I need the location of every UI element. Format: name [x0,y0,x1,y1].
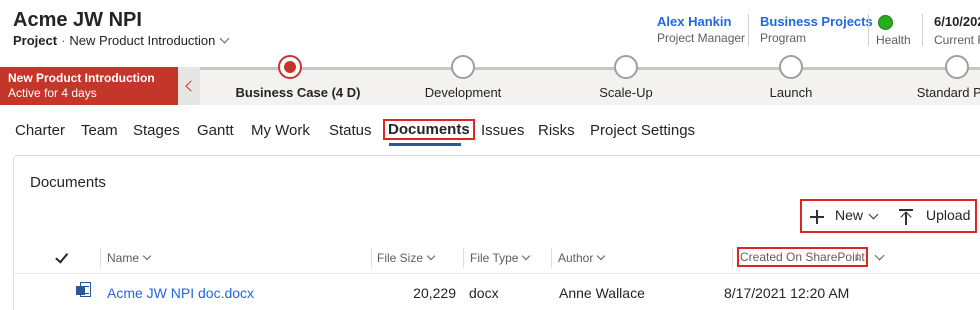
form-tabs: Charter Team Stages Gantt My Work Status… [0,118,980,146]
section-title: Documents [30,174,106,191]
form-name[interactable]: New Product Introduction [69,33,215,48]
stage-label-standard-process[interactable]: Standard Pro [917,85,980,100]
chevron-down-icon[interactable] [874,250,885,261]
column-divider [100,248,101,268]
column-header-created-on-sharepoint[interactable]: Created On SharePoint [737,247,868,267]
header-field-project-manager[interactable]: Alex Hankin Project Manager [657,14,745,45]
program-link[interactable]: Business Projects [760,14,873,29]
documents-command-bar: New Upload [800,199,977,233]
chevron-down-icon[interactable] [219,33,230,44]
select-all-check-icon[interactable] [54,251,66,259]
stage-label-business-case[interactable]: Business Case (4 D) [236,85,361,100]
process-name: New Product Introduction [8,71,155,85]
word-document-icon [76,282,91,298]
documents-section: Documents New Upload Name File Size File… [13,155,980,310]
collapse-process-button[interactable] [178,67,200,105]
tab-charter[interactable]: Charter [15,122,65,139]
upload-button[interactable]: Upload [926,207,970,223]
plus-icon[interactable] [810,210,824,224]
document-file-size: 20,229 [413,285,456,301]
current-finish-label: Current F [934,33,980,47]
chevron-down-icon[interactable] [522,251,531,261]
entity-name: Project [13,33,58,48]
tab-risks[interactable]: Risks [538,122,575,139]
column-header-file-size[interactable]: File Size [377,251,436,265]
column-author-label[interactable]: Author [558,251,593,265]
process-duration: Active for 4 days [8,86,97,100]
document-author: Anne Wallace [559,285,645,301]
tab-issues[interactable]: Issues [481,122,524,139]
project-manager-label: Project Manager [657,31,746,45]
tab-team[interactable]: Team [81,122,118,139]
column-divider [551,248,552,268]
chevron-down-icon[interactable] [142,251,152,261]
tab-status[interactable]: Status [329,122,372,139]
tab-project-settings[interactable]: Project Settings [590,122,695,139]
stage-node-standard-process[interactable] [945,55,969,79]
header-divider [868,14,869,46]
column-header-author[interactable]: Author [558,251,606,265]
column-header-file-type[interactable]: File Type [470,251,531,265]
table-row[interactable]: Acme JW NPI doc.docx 20,229 docx Anne Wa… [14,274,980,310]
active-tab-indicator [389,143,461,146]
tab-gantt[interactable]: Gantt [197,122,234,139]
current-finish-date: 6/10/202 [934,14,980,29]
project-manager-link[interactable]: Alex Hankin [657,14,745,29]
column-divider [732,248,733,268]
column-header-name[interactable]: Name [107,251,152,265]
stage-node-business-case[interactable] [278,55,302,79]
header-divider [748,14,749,46]
column-file-size-label[interactable]: File Size [377,251,423,265]
business-process-flow: New Product Introduction Active for 4 da… [0,55,980,105]
document-file-type: docx [469,285,499,301]
health-label: Health [876,33,911,47]
upload-icon[interactable] [899,209,913,225]
document-name-link[interactable]: Acme JW NPI doc.docx [107,285,254,301]
program-label: Program [760,31,807,45]
process-track [200,67,980,70]
health-status-icon [878,15,893,30]
column-divider [371,248,372,268]
chevron-down-icon[interactable] [868,209,879,220]
stage-node-development[interactable] [451,55,475,79]
column-name-label[interactable]: Name [107,251,139,265]
column-divider [463,248,464,268]
record-title: Acme JW NPI [13,9,142,31]
stage-label-development[interactable]: Development [425,85,502,100]
tab-stages[interactable]: Stages [133,122,180,139]
chevron-down-icon[interactable] [597,251,606,261]
separator-dot: · [61,33,66,48]
stage-label-launch[interactable]: Launch [770,85,813,100]
header-divider [922,14,923,46]
process-active-stage[interactable]: New Product Introduction Active for 4 da… [0,67,178,105]
stage-label-scale-up[interactable]: Scale-Up [599,85,652,100]
sort-descending-icon[interactable]: ↓ [854,247,861,263]
chevron-down-icon[interactable] [426,251,436,261]
document-created-on: 8/17/2021 12:20 AM [724,285,850,301]
tab-documents[interactable]: Documents [383,119,475,140]
grid-header: Name File Size File Type Author Created … [14,241,980,274]
tab-my-work[interactable]: My Work [251,122,310,139]
record-subtitle: Project · New Product Introduction [13,33,230,48]
header-field-program[interactable]: Business Projects Program [760,14,873,45]
chevron-left-icon [185,80,197,92]
form-selector[interactable]: New Product Introduction [69,33,230,48]
stage-node-launch[interactable] [779,55,803,79]
column-file-type-label[interactable]: File Type [470,251,518,265]
stage-node-scale-up[interactable] [614,55,638,79]
form-header: Acme JW NPI Project · New Product Introduc… [0,0,980,58]
new-button[interactable]: New [835,207,863,223]
